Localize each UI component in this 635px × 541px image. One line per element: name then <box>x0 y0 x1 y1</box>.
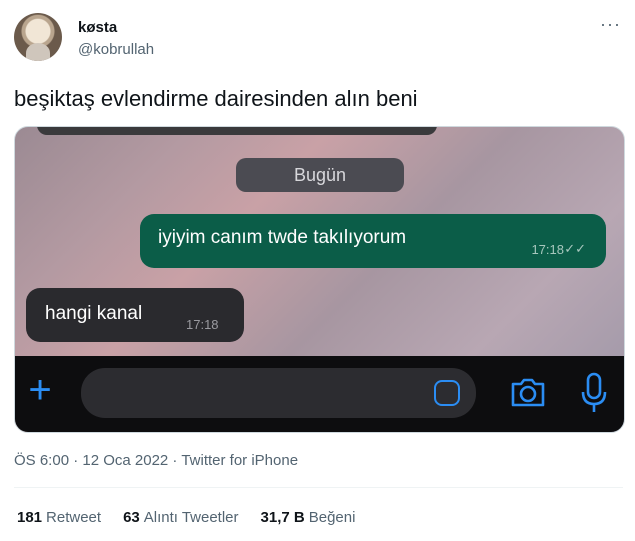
chat-date-label: Bugün <box>293 164 347 185</box>
message-input[interactable] <box>81 368 476 418</box>
incoming-message-text: hangi kanal <box>45 303 143 324</box>
sticker-icon[interactable] <box>434 380 460 406</box>
outgoing-message-text: iyiyim canım twde takılıyorum <box>158 227 407 248</box>
outgoing-message-time: 17:18 <box>531 242 564 257</box>
retweet-stat[interactable]: 181 Retweet <box>17 509 101 526</box>
chat-input-bar: + <box>15 356 624 432</box>
author-handle[interactable]: @kobrullah <box>78 41 154 58</box>
tweet-media[interactable]: Bugün iyiyim canım twde takılıyorum 17:1… <box>14 126 625 433</box>
author-avatar[interactable] <box>14 13 62 61</box>
quote-stat[interactable]: 63 Alıntı Tweetler <box>123 509 238 526</box>
chat-date-pill: Bugün <box>236 158 404 192</box>
microphone-icon[interactable] <box>579 372 609 414</box>
author-name[interactable]: køsta <box>78 19 117 36</box>
incoming-message-bubble: hangi kanal 17:18 <box>26 288 244 342</box>
tweet-timestamp[interactable]: ÖS 6:00 · 12 Oca 2022 · Twitter for iPho… <box>14 452 298 469</box>
quote-count: 63 <box>123 509 140 526</box>
like-stat[interactable]: 31,7 B Beğeni <box>261 509 356 526</box>
divider <box>14 487 623 488</box>
more-options-icon[interactable]: ··· <box>600 14 621 35</box>
double-check-icon: ✓✓ <box>564 241 586 256</box>
chat-bubble-partial <box>37 127 437 135</box>
incoming-message-time: 17:18 <box>186 317 219 332</box>
retweet-label: Retweet <box>46 509 102 526</box>
retweet-count: 181 <box>17 509 43 526</box>
tweet-stats: 181 Retweet 63 Alıntı Tweetler 31,7 B Beğen… <box>17 509 355 526</box>
quote-label: Alıntı Tweetler <box>143 509 239 526</box>
tweet-text: beşiktaş evlendirme dairesinden alın ben… <box>14 86 418 111</box>
like-count: 31,7 B <box>260 509 305 526</box>
camera-icon[interactable] <box>509 375 547 409</box>
like-label: Beğeni <box>308 509 356 526</box>
plus-icon[interactable]: + <box>23 370 57 410</box>
outgoing-message-bubble: iyiyim canım twde takılıyorum 17:18 ✓✓ <box>140 214 606 268</box>
